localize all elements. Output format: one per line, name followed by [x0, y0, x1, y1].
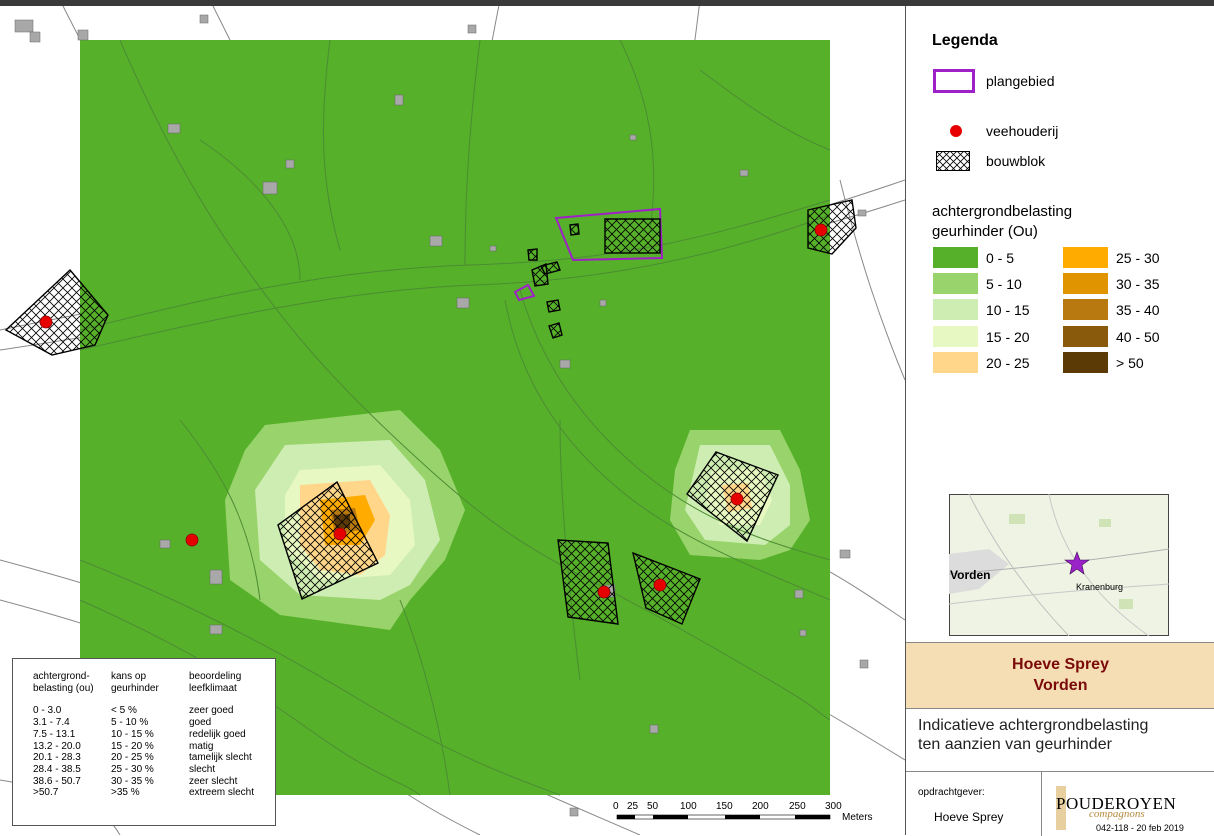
farm-northeast [814, 223, 828, 237]
subtitle-line1: Indicatieve achtergrondbelasting [918, 717, 1149, 734]
legend-title: Legenda [932, 32, 998, 49]
table-cell: 30 - 35 % [111, 775, 154, 787]
table-cell: zeer slecht [189, 775, 238, 787]
table-cell: goed [189, 717, 212, 729]
plan-area-label: plangebied [986, 73, 1055, 89]
table-cell: >35 % [111, 787, 140, 799]
scale-label-50: 50 [647, 801, 659, 812]
swatch-15-20 [933, 326, 978, 347]
farm-central [333, 527, 347, 541]
scale-label-250: 250 [789, 801, 806, 812]
inset-star-label: Kranenburg [1076, 582, 1124, 592]
table-cell: matig [189, 740, 214, 752]
title-box: Hoeve Sprey Vorden [906, 642, 1214, 709]
scale-label-300: 300 [825, 801, 842, 812]
table-cell: 7.5 - 13.1 [33, 728, 76, 740]
table-cell: < 5 % [111, 705, 137, 717]
scale-label-25: 25 [627, 801, 639, 812]
farm-west [39, 315, 53, 329]
table-column-load: achtergrond- belasting (ou) 0 - 3.0 3.1 … [33, 671, 94, 799]
legend-panel: Legenda plangebied veehouderij bouwblok … [905, 6, 1214, 836]
table-cell: tamelijk slecht [189, 752, 252, 764]
table-cell: 28.4 - 38.5 [33, 763, 81, 775]
footer: opdrachtgever: Hoeve Sprey POUDEROYEN co… [906, 771, 1214, 836]
table-header: beoordeling [189, 671, 242, 682]
class-label: 30 - 35 [1116, 276, 1160, 292]
table-cell: 20.1 - 28.3 [33, 752, 81, 764]
class-label: 5 - 10 [986, 276, 1022, 292]
table-cell: 13.2 - 20.0 [33, 740, 81, 752]
table-header: belasting (ou) [33, 682, 94, 694]
title-line1: Hoeve Sprey [1012, 656, 1109, 673]
swatch-10-15 [933, 299, 978, 320]
scale-label-200: 200 [752, 801, 769, 812]
farm-label: veehouderij [986, 123, 1059, 139]
table-header: leefklimaat [189, 682, 237, 694]
class-label: 10 - 15 [986, 302, 1030, 318]
farm-east [730, 492, 744, 506]
class-label: 35 - 40 [1116, 302, 1160, 318]
plan-area-symbol [933, 69, 975, 93]
inset-place-label: Vorden [950, 568, 991, 582]
table-cell: 20 - 25 % [111, 752, 154, 764]
odour-legend-title: achtergrondbelasting geurhinder (Ou) [932, 202, 1072, 242]
swatch-25-30 [1063, 247, 1108, 268]
bouwblok-south [557, 539, 619, 625]
swatch-0-5 [933, 247, 978, 268]
table-column-rating: beoordeling leefklimaat zeer goed goed r… [189, 671, 254, 799]
class-label: > 50 [1116, 355, 1144, 371]
class-label: 20 - 25 [986, 355, 1030, 371]
table-header: achtergrond- [33, 671, 90, 682]
table-cell: 3.1 - 7.4 [33, 717, 70, 729]
building-block-symbol [936, 151, 970, 171]
scale-label-0: 0 [613, 801, 619, 812]
inset-location-map[interactable] [949, 494, 1169, 636]
scale-bar [616, 814, 831, 820]
table-header: geurhinder [111, 682, 159, 694]
table-column-chance: kans op geurhinder < 5 % 5 - 10 % 10 - 1… [111, 671, 159, 799]
bouwblok-plan [604, 218, 661, 254]
class-label: 40 - 50 [1116, 329, 1160, 345]
subtitle: Indicatieve achtergrondbelasting ten aan… [918, 716, 1148, 754]
table-cell: 38.6 - 50.7 [33, 775, 81, 787]
odour-legend-title-line1: achtergrondbelasting [932, 203, 1073, 220]
farm-symbol [950, 125, 962, 137]
table-cell: >50.7 [33, 787, 59, 799]
swatch-30-35 [1063, 273, 1108, 294]
farm-southeast [653, 578, 667, 592]
footer-divider [1041, 772, 1042, 836]
title-line2: Vorden [1033, 677, 1088, 694]
table-cell: redelijk goed [189, 728, 246, 740]
client-name: Hoeve Sprey [934, 810, 1004, 824]
class-label: 15 - 20 [986, 329, 1030, 345]
scale-label-150: 150 [716, 801, 733, 812]
classification-table: achtergrond- belasting (ou) 0 - 3.0 3.1 … [12, 658, 276, 826]
swatch-35-40 [1063, 299, 1108, 320]
table-cell: zeer goed [189, 705, 234, 717]
class-label: 25 - 30 [1116, 250, 1160, 266]
class-label: 0 - 5 [986, 250, 1015, 266]
table-cell: 10 - 15 % [111, 728, 154, 740]
odour-legend-title-line2: geurhinder (Ou) [932, 223, 1038, 240]
scale-unit: Meters [842, 812, 873, 823]
table-header: kans op [111, 671, 147, 682]
table-cell: 15 - 20 % [111, 740, 154, 752]
swatch-40-50 [1063, 326, 1108, 347]
swatch-5-10 [933, 273, 978, 294]
farm-south [597, 585, 611, 599]
table-cell: 0 - 3.0 [33, 705, 62, 717]
table-cell: extreem slecht [189, 787, 255, 799]
subtitle-line2: ten aanzien van geurhinder [918, 736, 1112, 753]
table-cell: slecht [189, 763, 216, 775]
table-cell: 25 - 30 % [111, 763, 154, 775]
document-reference: 042-118 - 20 feb 2019 [1096, 823, 1184, 833]
scale-label-100: 100 [680, 801, 697, 812]
swatch-50-plus [1063, 352, 1108, 373]
building-block-label: bouwblok [986, 153, 1046, 169]
farm-southwest [185, 533, 199, 547]
table-cell: 5 - 10 % [111, 717, 149, 729]
client-label: opdrachtgever: [918, 787, 985, 798]
swatch-20-25 [933, 352, 978, 373]
company-subtitle: compagnons [1089, 808, 1145, 820]
